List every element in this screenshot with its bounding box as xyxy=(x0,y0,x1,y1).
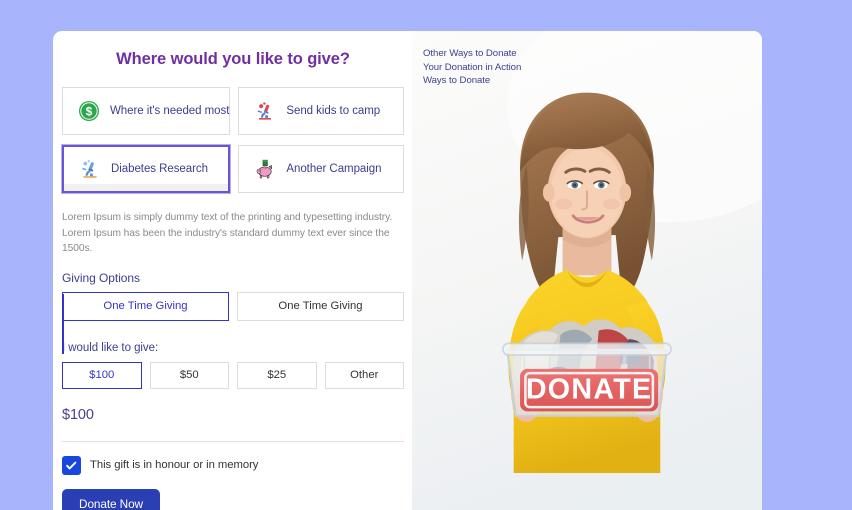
microscope-red-icon xyxy=(253,99,277,123)
link-your-donation-in-action[interactable]: Your Donation in Action xyxy=(423,61,521,75)
piggy-bank-icon xyxy=(253,157,277,181)
microscope-blue-icon xyxy=(78,157,102,181)
donation-card: Where would you like to give? $ Where it… xyxy=(53,31,762,510)
cause-grid: $ Where it's needed most Send kids to ca… xyxy=(60,87,404,194)
amount-option-other[interactable]: Other xyxy=(324,361,404,389)
cause-card-where-its-needed-most[interactable]: $ Where it's needed most xyxy=(62,87,231,135)
amount-option-label: $100 xyxy=(89,369,115,381)
amount-option-label: $25 xyxy=(267,369,287,381)
page-root: Where would you like to give? $ Where it… xyxy=(0,0,852,510)
cause-card-diabetes-research[interactable]: Diabetes Research xyxy=(60,144,232,194)
honour-checkbox[interactable] xyxy=(62,455,81,475)
dollar-coin-icon: $ xyxy=(77,99,101,123)
amount-option-25[interactable]: $25 xyxy=(237,361,317,389)
page-title: Where would you like to give? xyxy=(116,50,350,68)
cause-label: Send kids to camp xyxy=(286,105,381,117)
giving-option-one-time-giving-2[interactable]: One Time Giving xyxy=(237,291,404,321)
cause-label: Where it's needed most xyxy=(110,105,230,117)
cause-card-send-kids-to-camp[interactable]: Send kids to camp xyxy=(238,87,404,135)
cause-label: Another Campaign xyxy=(286,163,382,175)
link-ways-to-donate[interactable]: Ways to Donate xyxy=(423,74,521,88)
cause-card-another-campaign[interactable]: Another Campaign xyxy=(238,145,404,193)
text-cursor-indicator xyxy=(62,294,64,354)
giving-option-label: One Time Giving xyxy=(278,300,363,312)
amount-option-50[interactable]: $50 xyxy=(149,361,229,389)
donation-form-column: Where would you like to give? $ Where it… xyxy=(53,31,412,510)
donate-now-button[interactable]: Donate Now xyxy=(62,488,160,510)
amount-option-label: $50 xyxy=(179,369,199,381)
donation-hero-photo: DONATE xyxy=(412,31,762,510)
media-column: Other Ways to Donate Your Donation in Ac… xyxy=(412,31,762,510)
cause-description: Lorem Ipsum is simply dummy text of the … xyxy=(62,212,393,254)
giving-options-label: Giving Options xyxy=(62,270,141,285)
svg-text:$: $ xyxy=(86,105,93,119)
honour-checkbox-row: This gift is in honour or in memory xyxy=(62,455,404,475)
giving-option-label: One Time Giving xyxy=(103,300,188,312)
amount-group: $100 $50 $25 Other xyxy=(62,361,404,389)
check-icon xyxy=(66,461,77,469)
cause-label: Diabetes Research xyxy=(111,163,208,175)
secondary-links: Other Ways to Donate Your Donation in Ac… xyxy=(423,47,521,88)
amount-option-100[interactable]: $100 xyxy=(62,361,142,389)
section-divider xyxy=(62,440,404,442)
selected-amount-display: $100 xyxy=(62,406,94,423)
link-other-ways-to-donate[interactable]: Other Ways to Donate xyxy=(423,47,521,61)
giving-options-group: One Time Giving One Time Giving xyxy=(62,291,404,321)
amount-option-label: Other xyxy=(350,369,379,381)
giving-option-one-time-giving-1[interactable]: One Time Giving xyxy=(62,291,229,321)
hero-photo-illustration: DONATE xyxy=(412,31,762,510)
amount-label: I would like to give: xyxy=(62,341,159,354)
honour-checkbox-label: This gift is in honour or in memory xyxy=(90,459,259,471)
